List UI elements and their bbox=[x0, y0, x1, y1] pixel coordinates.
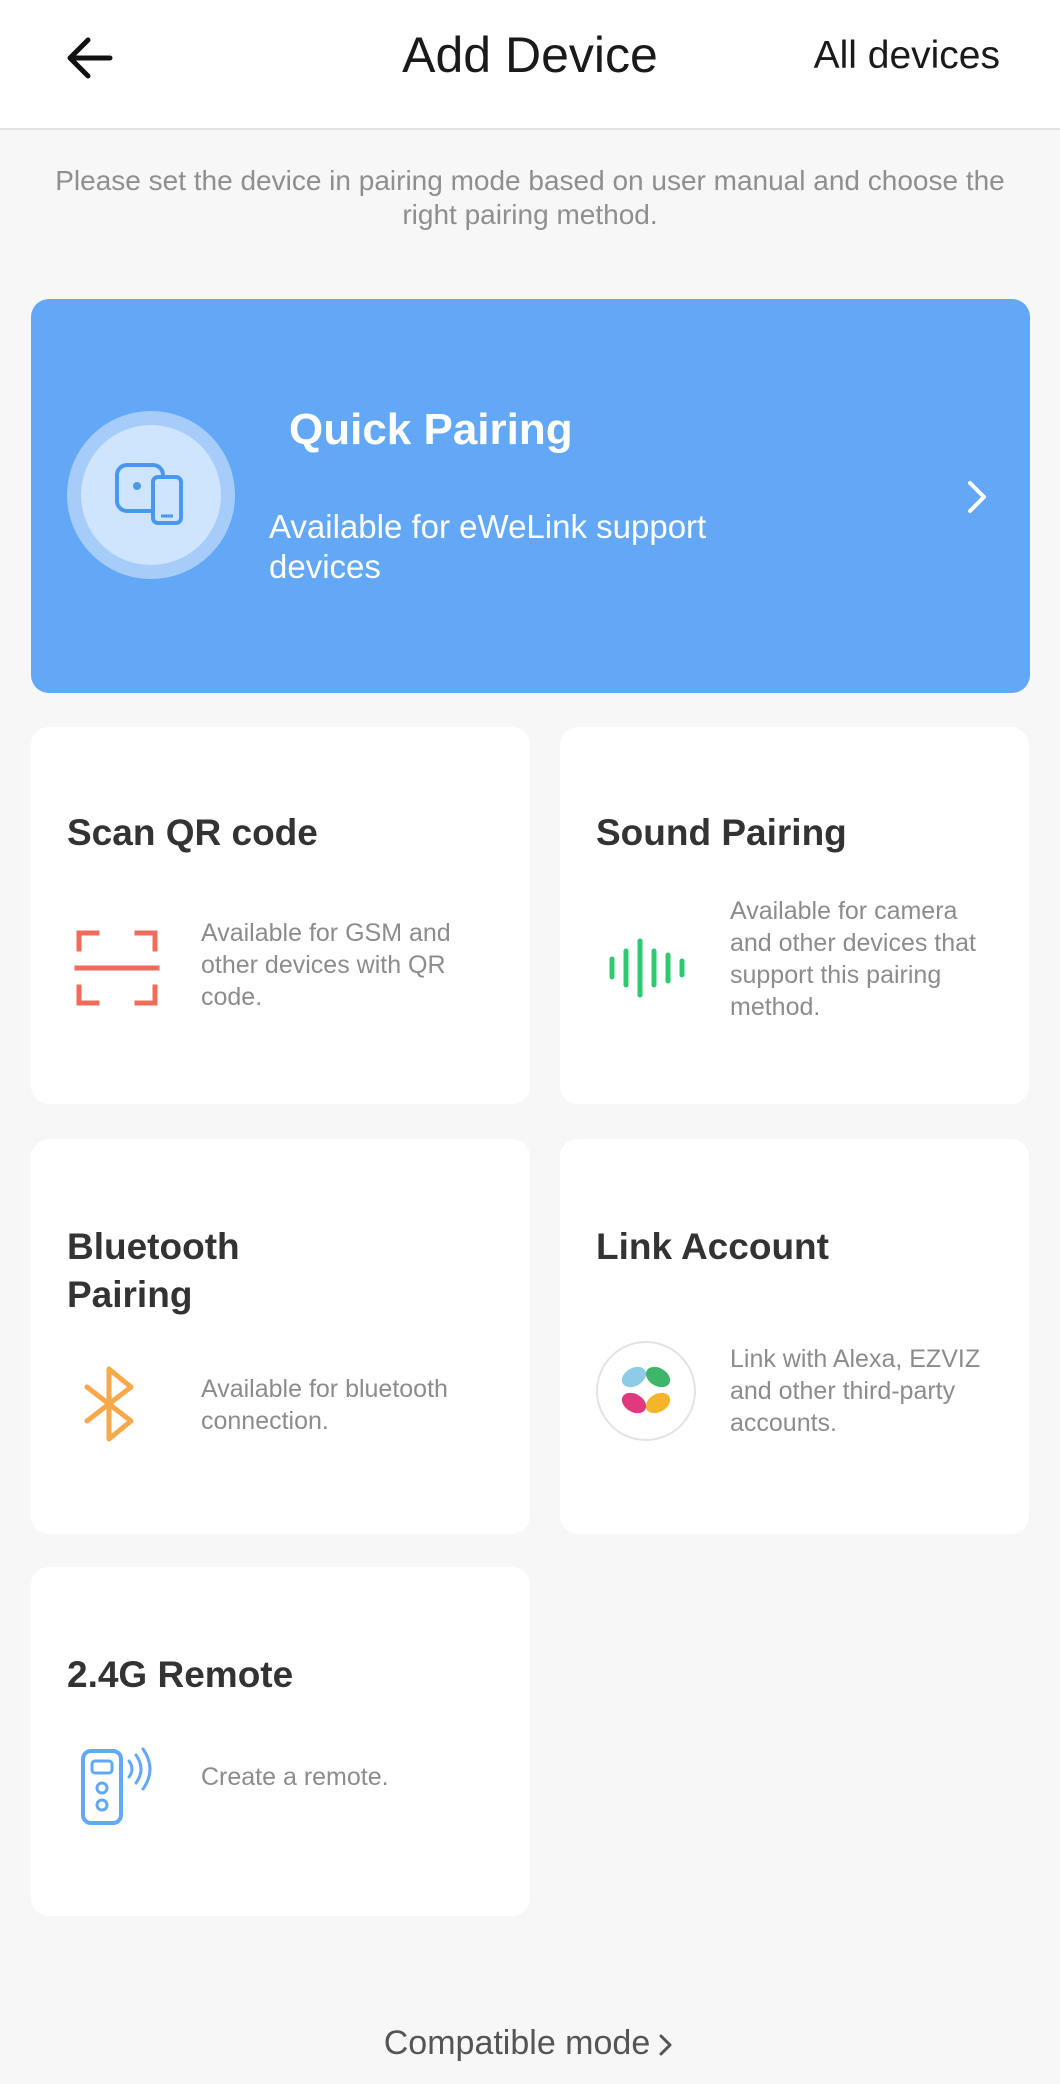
link-account-card[interactable]: Link Account Link with Alexa, EZVIZ and … bbox=[560, 1139, 1029, 1534]
chevron-right-icon bbox=[968, 481, 986, 513]
remote-icon bbox=[81, 1747, 152, 1825]
bluetooth-pairing-description: Available for bluetooth connection. bbox=[201, 1375, 448, 1435]
chevron-right-icon bbox=[659, 2034, 672, 2056]
ezviz-logo-icon bbox=[596, 1341, 696, 1441]
remote-card[interactable]: 2.4G Remote Create a remote. bbox=[31, 1567, 530, 1916]
compatible-mode-label: Compatible mode bbox=[383, 2024, 651, 2062]
pairing-instructions: Please set the device in pairing mode ba… bbox=[55, 165, 1005, 230]
link-account-description: Link with Alexa, EZVIZ and other third-p… bbox=[730, 1345, 981, 1437]
quick-pairing-description: Available for eWeLink support devices bbox=[269, 508, 707, 585]
bluetooth-pairing-card[interactable]: Bluetooth Pairing Available for bluetoot… bbox=[31, 1139, 530, 1534]
all-devices-link[interactable]: All devices bbox=[814, 34, 1000, 78]
sound-pairing-title: Sound Pairing bbox=[596, 812, 847, 853]
scan-qr-title: Scan QR code bbox=[67, 812, 318, 853]
qr-scan-icon bbox=[74, 930, 160, 1006]
bluetooth-pairing-title: Bluetooth Pairing bbox=[67, 1226, 240, 1315]
quick-pairing-card[interactable]: Quick Pairing Available for eWeLink supp… bbox=[31, 299, 1030, 693]
remote-description: Create a remote. bbox=[201, 1763, 389, 1791]
sound-pairing-description: Available for camera and other devices t… bbox=[730, 897, 976, 1021]
scan-qr-card[interactable]: Scan QR code Available for GSM and other… bbox=[31, 727, 530, 1104]
devices-icon bbox=[115, 463, 183, 525]
sound-pairing-card[interactable]: Sound Pairing Available for camera and o… bbox=[560, 727, 1029, 1104]
app-header: Add Device All devices bbox=[0, 0, 1060, 130]
remote-title: 2.4G Remote bbox=[67, 1654, 294, 1695]
scan-qr-description: Available for GSM and other devices with… bbox=[201, 919, 451, 1011]
quick-pairing-title: Quick Pairing bbox=[289, 405, 573, 454]
bluetooth-icon bbox=[84, 1366, 134, 1442]
quick-pairing-icon-circle bbox=[67, 411, 235, 579]
link-account-title: Link Account bbox=[596, 1226, 829, 1267]
compatible-mode-link[interactable]: Compatible mode bbox=[0, 2024, 1060, 2063]
sound-wave-icon bbox=[609, 938, 685, 998]
